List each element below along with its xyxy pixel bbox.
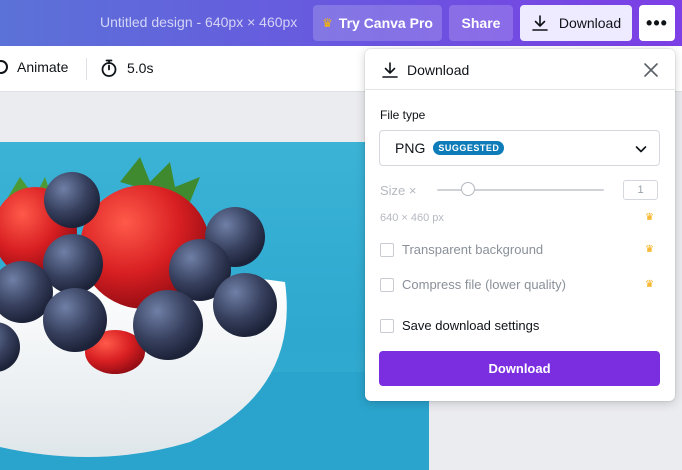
chevron-down-icon — [635, 146, 647, 153]
document-title[interactable]: Untitled design - 640px × 460px — [100, 14, 297, 30]
panel-download-button[interactable]: Download — [379, 351, 660, 386]
crown-icon: ♛ — [645, 212, 654, 223]
more-button[interactable]: ••• — [639, 5, 675, 41]
share-button[interactable]: Share — [449, 5, 513, 41]
close-icon[interactable] — [643, 62, 659, 78]
transparent-background-option[interactable]: Transparent background — [380, 242, 543, 257]
download-panel-title: Download — [407, 62, 470, 78]
file-type-select[interactable]: PNG SUGGESTED — [379, 130, 660, 166]
download-icon — [382, 62, 398, 78]
try-canva-pro-label: Try Canva Pro — [338, 15, 433, 31]
file-type-value: PNG — [395, 140, 426, 156]
animate-button[interactable]: Animate — [0, 59, 68, 75]
transparent-background-label: Transparent background — [402, 242, 544, 257]
crown-icon: ♛ — [645, 279, 654, 290]
dimensions-text: 640 × 460 px — [380, 212, 444, 224]
compress-file-label: Compress file (lower quality) — [402, 277, 566, 292]
compress-file-checkbox[interactable] — [380, 277, 394, 292]
compress-file-option[interactable]: Compress file (lower quality) — [380, 277, 566, 292]
try-canva-pro-button[interactable]: ♛ Try Canva Pro — [313, 5, 442, 41]
animate-icon — [0, 60, 8, 74]
save-download-settings-label: Save download settings — [402, 318, 540, 333]
download-icon — [532, 15, 548, 31]
download-panel: Download File type PNG SUGGESTED Size × … — [365, 49, 675, 401]
size-slider-thumb[interactable] — [461, 182, 475, 196]
download-button[interactable]: Download — [520, 5, 632, 41]
more-icon: ••• — [646, 12, 668, 33]
crown-icon: ♛ — [322, 16, 333, 30]
save-download-settings-option[interactable]: Save download settings — [380, 318, 539, 333]
suggested-badge: SUGGESTED — [433, 141, 505, 155]
download-panel-header: Download — [365, 49, 675, 90]
top-bar: Untitled design - 640px × 460px ♛ Try Ca… — [0, 0, 682, 46]
size-input[interactable]: 1 — [623, 180, 658, 200]
timer-icon — [101, 59, 117, 77]
download-button-label: Download — [558, 15, 622, 31]
file-type-label: File type — [380, 108, 426, 122]
crown-icon: ♛ — [645, 244, 654, 255]
size-label: Size × — [380, 183, 417, 198]
transparent-background-checkbox[interactable] — [380, 242, 394, 257]
duration-label: 5.0s — [127, 60, 154, 76]
save-download-settings-checkbox[interactable] — [380, 318, 394, 333]
animate-label: Animate — [17, 59, 69, 75]
toolbar-divider — [86, 58, 87, 80]
duration-button[interactable]: 5.0s — [99, 58, 153, 78]
